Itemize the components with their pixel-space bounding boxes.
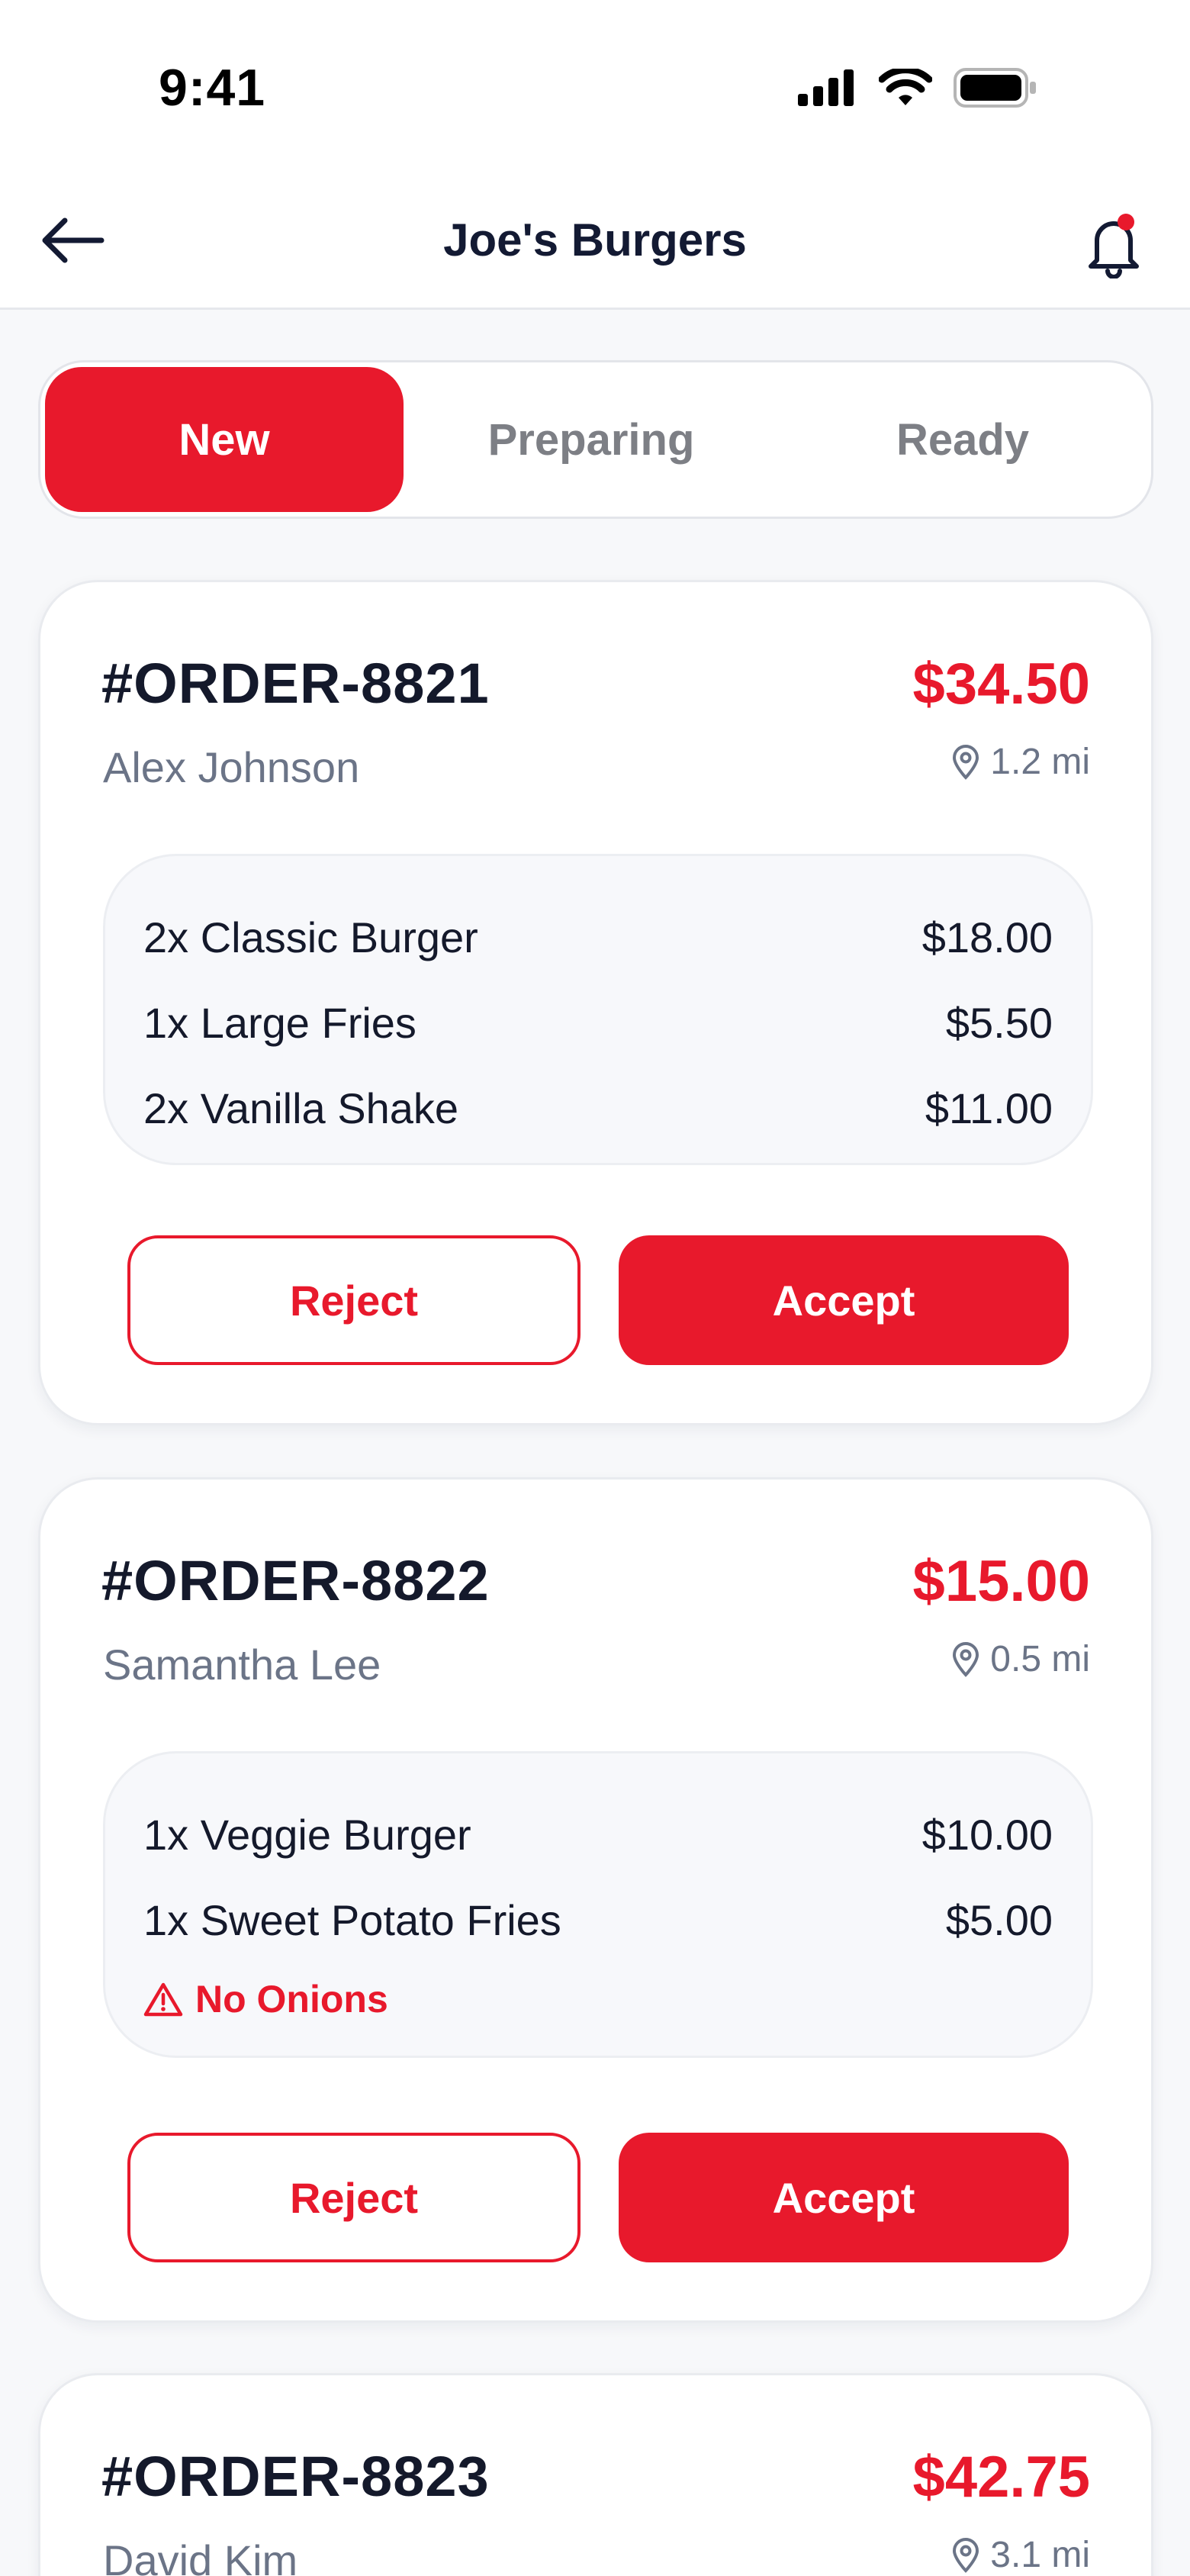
distance: 1.2 mi bbox=[950, 741, 1090, 783]
warning-icon bbox=[143, 1982, 183, 2017]
reject-button[interactable]: Reject bbox=[127, 2133, 581, 2262]
status-icons bbox=[796, 67, 1037, 108]
item-name: 2x Vanilla Shake bbox=[143, 1084, 458, 1132]
order-id: #ORDER-8821 bbox=[101, 652, 490, 715]
order-total: $42.75 bbox=[912, 2445, 1090, 2510]
item-price: $5.00 bbox=[945, 1895, 1053, 1944]
distance-value: 3.1 mi bbox=[990, 2535, 1090, 2575]
item-price: $10.00 bbox=[921, 1810, 1053, 1859]
item-name: 2x Classic Burger bbox=[143, 913, 478, 961]
customer-name: David Kim bbox=[103, 2536, 298, 2576]
item-price: $18.00 bbox=[921, 913, 1053, 961]
tab-preparing[interactable]: Preparing bbox=[404, 367, 779, 512]
note-text: No Onions bbox=[195, 1978, 388, 2021]
order-status-tabs: New Preparing Ready bbox=[38, 360, 1153, 519]
special-instruction: No Onions bbox=[143, 1963, 1053, 2036]
order-item: 1x Large Fries $5.50 bbox=[143, 980, 1053, 1065]
status-time: 9:41 bbox=[159, 59, 266, 117]
notifications-button[interactable] bbox=[1076, 206, 1152, 282]
order-card: #ORDER-8822 $15.00 Samantha Lee 0.5 mi 1… bbox=[38, 1477, 1153, 2323]
item-name: 1x Sweet Potato Fries bbox=[143, 1895, 561, 1944]
accept-button[interactable]: Accept bbox=[619, 2133, 1069, 2262]
battery-icon bbox=[954, 68, 1036, 108]
bell-icon bbox=[1089, 214, 1139, 279]
app-header: Joe's Burgers bbox=[0, 175, 1190, 310]
order-item: 1x Veggie Burger $10.00 bbox=[143, 1792, 1053, 1877]
status-bar: 9:41 bbox=[0, 0, 1190, 175]
distance-value: 0.5 mi bbox=[990, 1639, 1090, 1679]
page-title: Joe's Burgers bbox=[443, 214, 747, 266]
distance-value: 1.2 mi bbox=[990, 742, 1090, 782]
item-price: $5.50 bbox=[945, 998, 1053, 1047]
order-item: 1x Sweet Potato Fries $5.00 bbox=[143, 1877, 1053, 1963]
customer-name: Samantha Lee bbox=[103, 1641, 381, 1689]
notification-dot bbox=[1118, 214, 1134, 230]
location-pin-icon bbox=[953, 1641, 979, 1677]
wifi-icon bbox=[879, 69, 932, 105]
item-name: 1x Veggie Burger bbox=[143, 1810, 471, 1859]
item-name: 1x Large Fries bbox=[143, 998, 416, 1047]
location-pin-icon bbox=[953, 744, 979, 780]
order-id: #ORDER-8823 bbox=[101, 2445, 490, 2508]
order-card: #ORDER-8823 $42.75 David Kim 3.1 mi bbox=[38, 2373, 1153, 2576]
distance: 3.1 mi bbox=[950, 2534, 1090, 2576]
distance: 0.5 mi bbox=[950, 1638, 1090, 1680]
order-item: 2x Vanilla Shake $11.00 bbox=[143, 1065, 1053, 1151]
customer-name: Alex Johnson bbox=[103, 743, 360, 791]
reject-button[interactable]: Reject bbox=[127, 1235, 581, 1365]
accept-button[interactable]: Accept bbox=[619, 1235, 1069, 1365]
order-id: #ORDER-8822 bbox=[101, 1549, 490, 1612]
signal-icon bbox=[798, 69, 854, 106]
order-item: 2x Classic Burger $18.00 bbox=[143, 894, 1053, 980]
tab-ready[interactable]: Ready bbox=[779, 367, 1147, 512]
order-items: 1x Veggie Burger $10.00 1x Sweet Potato … bbox=[103, 1751, 1093, 2058]
tab-new[interactable]: New bbox=[45, 367, 404, 512]
order-total: $34.50 bbox=[912, 652, 1090, 716]
order-total: $15.00 bbox=[912, 1549, 1090, 1614]
item-price: $11.00 bbox=[925, 1084, 1053, 1132]
order-card: #ORDER-8821 $34.50 Alex Johnson 1.2 mi 2… bbox=[38, 580, 1153, 1425]
order-items: 2x Classic Burger $18.00 1x Large Fries … bbox=[103, 854, 1093, 1165]
location-pin-icon bbox=[953, 2537, 979, 2573]
